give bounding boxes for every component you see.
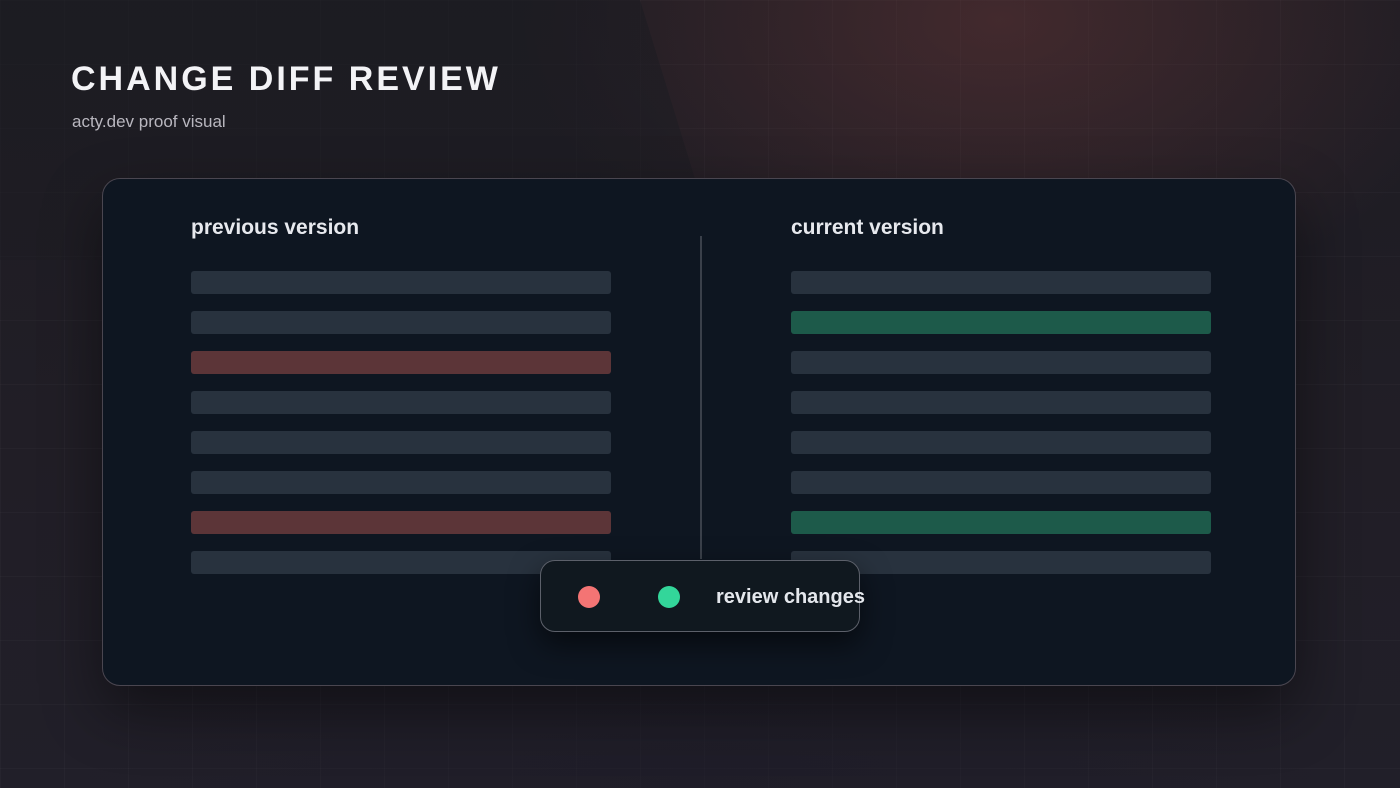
- diff-panel: previous version current version review …: [102, 178, 1296, 686]
- page-subtitle: acty.dev proof visual: [72, 112, 226, 131]
- current-line-3-unchanged: [791, 351, 1211, 374]
- added-indicator-dot: [658, 586, 680, 608]
- previous-line-2-unchanged: [191, 311, 611, 334]
- current-line-7-added: [791, 511, 1211, 534]
- column-divider: [700, 236, 702, 559]
- review-changes-label: review changes: [716, 586, 865, 608]
- current-version-heading: current version: [791, 216, 944, 239]
- previous-version-lines: [191, 271, 611, 591]
- current-line-5-unchanged: [791, 431, 1211, 454]
- current-line-1-unchanged: [791, 271, 1211, 294]
- removed-indicator-dot: [578, 586, 600, 608]
- current-version-lines: [791, 271, 1211, 591]
- review-changes-button[interactable]: review changes: [540, 560, 865, 632]
- previous-line-5-unchanged: [191, 431, 611, 454]
- previous-line-7-removed: [191, 511, 611, 534]
- current-line-4-unchanged: [791, 391, 1211, 414]
- page-title: CHANGE DIFF REVIEW: [71, 60, 501, 98]
- previous-line-3-removed: [191, 351, 611, 374]
- current-line-2-added: [791, 311, 1211, 334]
- previous-line-4-unchanged: [191, 391, 611, 414]
- previous-line-1-unchanged: [191, 271, 611, 294]
- current-line-6-unchanged: [791, 471, 1211, 494]
- previous-line-6-unchanged: [191, 471, 611, 494]
- page: { "header": { "title": "CHANGE DIFF REVI…: [0, 0, 1400, 788]
- previous-version-heading: previous version: [191, 216, 360, 239]
